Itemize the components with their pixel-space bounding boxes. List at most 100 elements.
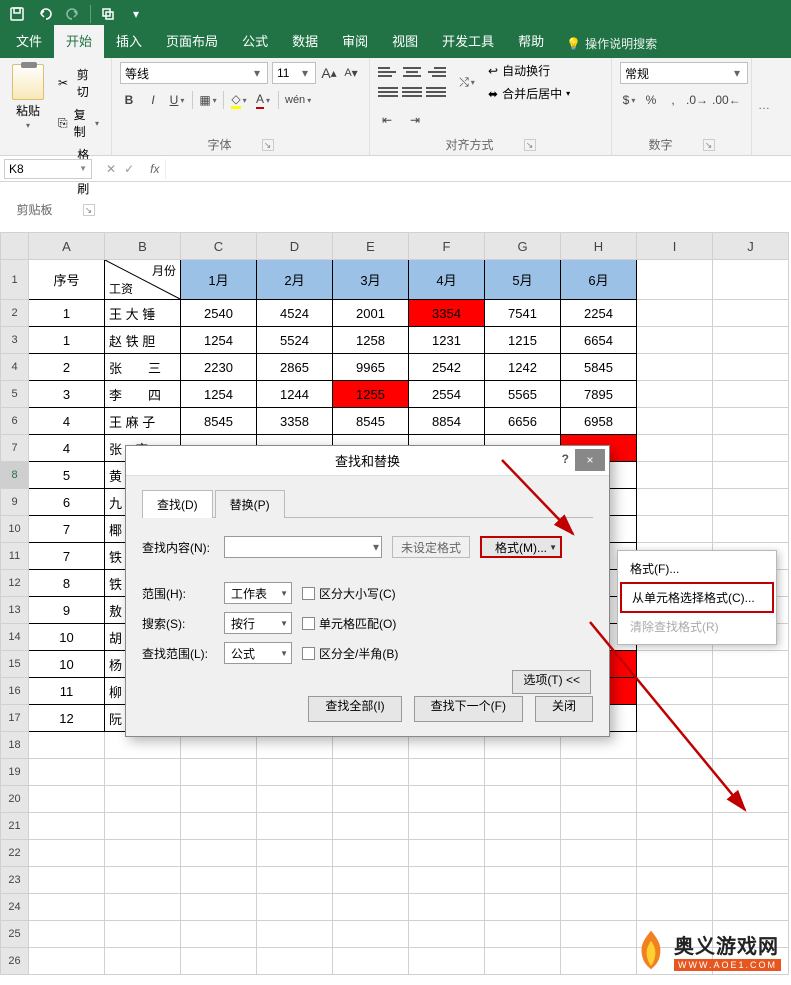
cell[interactable] xyxy=(637,260,713,300)
cell[interactable]: 王 麻 子 xyxy=(105,408,181,435)
cell[interactable] xyxy=(713,408,789,435)
row-header[interactable]: 10 xyxy=(1,516,29,543)
cell[interactable] xyxy=(637,894,713,921)
cell[interactable] xyxy=(409,813,485,840)
cell[interactable]: 7 xyxy=(29,516,105,543)
cell[interactable] xyxy=(29,786,105,813)
cell[interactable] xyxy=(29,894,105,921)
col-header[interactable]: H xyxy=(561,233,637,260)
cell[interactable] xyxy=(257,867,333,894)
cell[interactable] xyxy=(29,921,105,948)
grow-font-button[interactable]: A▴ xyxy=(320,63,338,83)
cell[interactable]: 1255 xyxy=(333,381,409,408)
cell[interactable] xyxy=(333,840,409,867)
font-size-combo[interactable]: 11▾ xyxy=(272,62,316,84)
cell[interactable] xyxy=(637,435,713,462)
row-header[interactable]: 2 xyxy=(1,300,29,327)
cell[interactable] xyxy=(333,921,409,948)
row-header[interactable]: 15 xyxy=(1,651,29,678)
wrap-text-button[interactable]: ↩自动换行 xyxy=(488,62,570,79)
cell[interactable]: 1254 xyxy=(181,381,257,408)
tab-help[interactable]: 帮助 xyxy=(506,25,556,58)
comma-button[interactable]: , xyxy=(664,90,682,110)
cell[interactable] xyxy=(257,840,333,867)
align-buttons[interactable] xyxy=(378,64,446,100)
cell[interactable] xyxy=(257,759,333,786)
tab-data[interactable]: 数据 xyxy=(280,25,330,58)
fx-icon[interactable]: fx xyxy=(144,162,165,176)
cell[interactable] xyxy=(333,894,409,921)
cell[interactable] xyxy=(637,462,713,489)
cell[interactable] xyxy=(713,435,789,462)
row-header[interactable]: 23 xyxy=(1,867,29,894)
find-all-button[interactable]: 查找全部(I) xyxy=(308,696,401,722)
cell[interactable]: 11 xyxy=(29,678,105,705)
row-header[interactable]: 6 xyxy=(1,408,29,435)
cell[interactable]: 12 xyxy=(29,705,105,732)
cell[interactable] xyxy=(637,732,713,759)
cell[interactable] xyxy=(105,921,181,948)
cell[interactable]: 赵 铁 胆 xyxy=(105,327,181,354)
cell[interactable] xyxy=(333,759,409,786)
percent-button[interactable]: % xyxy=(642,90,660,110)
cell[interactable] xyxy=(485,840,561,867)
cell[interactable] xyxy=(257,894,333,921)
cell[interactable] xyxy=(409,948,485,975)
cell[interactable] xyxy=(637,516,713,543)
cell[interactable] xyxy=(181,894,257,921)
cell[interactable]: 6656 xyxy=(485,408,561,435)
cell[interactable] xyxy=(713,260,789,300)
increase-decimal-button[interactable]: .0→ xyxy=(686,90,708,110)
range-select[interactable]: 工作表 xyxy=(224,582,292,604)
menu-format[interactable]: 格式(F)... xyxy=(620,555,774,582)
row-header[interactable]: 26 xyxy=(1,948,29,975)
cell[interactable] xyxy=(713,327,789,354)
cell[interactable] xyxy=(713,786,789,813)
cell[interactable] xyxy=(561,786,637,813)
cell[interactable]: 5524 xyxy=(257,327,333,354)
decrease-indent-button[interactable]: ⇤ xyxy=(378,110,396,130)
menu-from-cell[interactable]: 从单元格选择格式(C)... xyxy=(620,582,774,613)
cell[interactable]: 8 xyxy=(29,570,105,597)
cell[interactable] xyxy=(409,759,485,786)
cell[interactable]: 2001 xyxy=(333,300,409,327)
cell-diagonal[interactable]: 月份工资 xyxy=(105,260,181,300)
tab-dev[interactable]: 开发工具 xyxy=(430,25,506,58)
cell[interactable]: 3354 xyxy=(409,300,485,327)
cell[interactable]: 2230 xyxy=(181,354,257,381)
enter-icon[interactable]: ✓ xyxy=(124,162,134,176)
cell[interactable] xyxy=(181,786,257,813)
cell[interactable]: 6958 xyxy=(561,408,637,435)
cell[interactable] xyxy=(105,786,181,813)
row-header[interactable]: 16 xyxy=(1,678,29,705)
cell[interactable] xyxy=(713,381,789,408)
font-color-button[interactable]: A xyxy=(254,90,272,110)
row-header[interactable]: 21 xyxy=(1,813,29,840)
row-header[interactable]: 4 xyxy=(1,354,29,381)
cell[interactable]: 1215 xyxy=(485,327,561,354)
cell[interactable]: 4月 xyxy=(409,260,485,300)
cell[interactable] xyxy=(713,489,789,516)
cell[interactable] xyxy=(485,759,561,786)
tab-insert[interactable]: 插入 xyxy=(104,25,154,58)
formula-input[interactable] xyxy=(165,159,791,179)
cell[interactable]: 3358 xyxy=(257,408,333,435)
cell[interactable] xyxy=(105,759,181,786)
cell[interactable]: 1254 xyxy=(181,327,257,354)
tab-replace[interactable]: 替换(P) xyxy=(215,490,285,518)
cell[interactable]: 5 xyxy=(29,462,105,489)
cell[interactable] xyxy=(561,894,637,921)
cell[interactable] xyxy=(637,327,713,354)
cell[interactable]: 5845 xyxy=(561,354,637,381)
col-header[interactable]: J xyxy=(713,233,789,260)
cell[interactable] xyxy=(257,948,333,975)
row-header[interactable]: 24 xyxy=(1,894,29,921)
cell[interactable]: 4 xyxy=(29,408,105,435)
row-header[interactable]: 22 xyxy=(1,840,29,867)
cell[interactable] xyxy=(637,300,713,327)
increase-indent-button[interactable]: ⇥ xyxy=(406,110,424,130)
cell[interactable] xyxy=(637,489,713,516)
merge-center-button[interactable]: ⬌合并后居中▾ xyxy=(488,85,570,102)
cell[interactable] xyxy=(713,894,789,921)
clipboard-launcher[interactable]: ↘ xyxy=(83,204,95,216)
